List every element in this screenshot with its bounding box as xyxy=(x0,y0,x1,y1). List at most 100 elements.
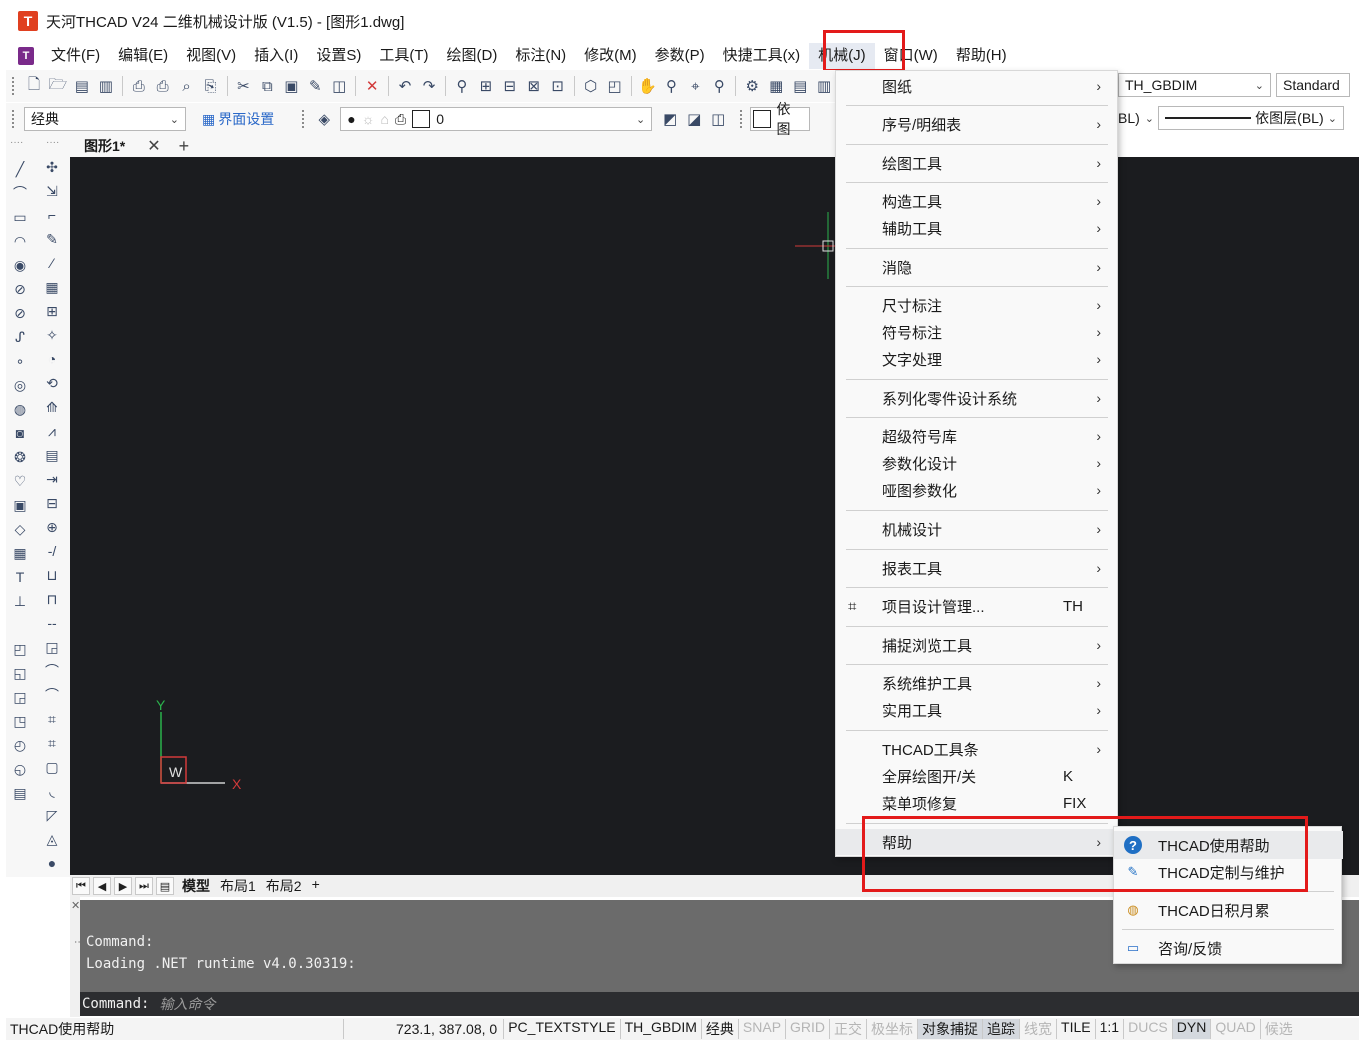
modify-tool-icon[interactable]: ◟ xyxy=(42,781,62,801)
menu-entry[interactable]: 哑图参数化 › xyxy=(836,477,1119,503)
status-toggle[interactable]: TH_GBDIM xyxy=(619,1019,701,1039)
menu-entry[interactable]: 捕捉浏览工具 › xyxy=(836,632,1119,658)
zoom-window-icon[interactable]: ⌖ xyxy=(685,76,705,96)
draw-tool-icon[interactable]: ▣ xyxy=(10,495,30,515)
toolbar-grip[interactable] xyxy=(302,110,306,128)
toolbar-grip[interactable] xyxy=(12,110,16,128)
new-file-icon[interactable]: 🗋 xyxy=(24,76,44,96)
properties-icon[interactable]: ▤ xyxy=(790,76,810,96)
view-icon[interactable]: ◰ xyxy=(605,76,625,96)
draw-tool-icon[interactable]: ◎ xyxy=(10,375,30,395)
draw-tool-icon[interactable]: ╱ xyxy=(10,159,30,179)
modify-tool-icon[interactable]: ⊔ xyxy=(42,565,62,585)
menu-entry[interactable]: 辅助工具 › xyxy=(836,215,1119,241)
draw-tool-icon[interactable]: ◳ xyxy=(10,711,30,731)
modify-tool-icon[interactable]: ⊟ xyxy=(42,493,62,513)
tool-c-icon[interactable]: ⊠ xyxy=(524,76,544,96)
draw-tool-icon[interactable]: ♡ xyxy=(10,471,30,491)
modify-tool-icon[interactable]: -/ xyxy=(42,541,62,561)
modify-tool-icon[interactable]: ✣ xyxy=(42,157,62,177)
modify-tool-icon[interactable]: ✧ xyxy=(42,325,62,345)
3d-icon[interactable]: ⬡ xyxy=(581,76,601,96)
modify-tool-icon[interactable]: ⊕ xyxy=(42,517,62,537)
layout-list-icon[interactable]: ▤ xyxy=(156,877,174,895)
status-toggle[interactable]: TILE xyxy=(1056,1019,1095,1039)
menu-item-8[interactable]: 修改(M) xyxy=(575,43,646,69)
plot-icon[interactable]: ⎙ xyxy=(153,76,173,96)
modify-tool-icon[interactable]: ⇲ xyxy=(42,181,62,201)
first-layout-icon[interactable]: ⏮ xyxy=(72,877,90,895)
submenu-entry[interactable]: ◍ THCAD日积月累 xyxy=(1114,896,1343,924)
layer-make-current-icon[interactable]: ◪ xyxy=(684,109,704,129)
draw-tool-icon[interactable]: ∘ xyxy=(10,351,30,371)
menu-entry[interactable]: THCAD工具条 › xyxy=(836,736,1119,762)
modify-tool-icon[interactable]: ▢ xyxy=(42,757,62,777)
document-tab[interactable]: 图形1* xyxy=(84,136,125,156)
draw-tool-icon[interactable]: ◇ xyxy=(10,519,30,539)
pick-icon[interactable]: ⚲ xyxy=(452,76,472,96)
draw-tool-icon[interactable]: ⊘ xyxy=(10,303,30,323)
color-select[interactable]: 依图 xyxy=(750,101,811,137)
toolbar-grip[interactable] xyxy=(740,110,744,128)
bylayer-select[interactable]: BL) ⌄ xyxy=(1118,106,1154,130)
draw-tool-icon[interactable]: ◴ xyxy=(10,735,30,755)
menu-item-7[interactable]: 标注(N) xyxy=(506,43,575,69)
modify-tool-icon[interactable]: ▦ xyxy=(42,277,62,297)
modify-tool-icon[interactable]: ◬ xyxy=(42,829,62,849)
toolbar-grip[interactable]: ···· xyxy=(46,137,59,148)
add-tab-icon[interactable]: + xyxy=(179,136,190,157)
text-style-select[interactable]: Standard xyxy=(1276,73,1350,97)
status-toggle[interactable]: PC_TEXTSTYLE xyxy=(503,1019,619,1039)
print-icon[interactable]: ⎙ xyxy=(129,76,149,96)
prev-layout-icon[interactable]: ◀ xyxy=(93,877,111,895)
preview-icon[interactable]: ⌕ xyxy=(177,76,197,96)
linetype-select[interactable]: 依图层(BL) ⌄ xyxy=(1158,106,1344,130)
draw-tool-icon[interactable]: ⊘ xyxy=(10,279,30,299)
layout-tab[interactable]: 模型 xyxy=(177,876,215,896)
status-toggle[interactable]: DUCS xyxy=(1123,1019,1172,1039)
modify-tool-icon[interactable]: -- xyxy=(42,613,62,633)
undo-icon[interactable]: ↶ xyxy=(395,76,415,96)
modify-tool-icon[interactable]: ◲ xyxy=(42,637,62,657)
modify-tool-icon[interactable]: ⁄ xyxy=(42,253,62,273)
layer-manager-icon[interactable]: ◈ xyxy=(314,109,334,129)
status-toggle[interactable]: 候选 xyxy=(1259,1019,1297,1039)
menu-item-3[interactable]: 插入(I) xyxy=(245,43,307,69)
menu-entry[interactable]: 系列化零件设计系统 › xyxy=(836,385,1119,411)
drawing-canvas[interactable]: Y X W xyxy=(70,157,1359,875)
draw-tool-icon[interactable]: ◰ xyxy=(10,639,30,659)
tool-d-icon[interactable]: ⊡ xyxy=(548,76,568,96)
draw-tool-icon[interactable]: ▦ xyxy=(10,543,30,563)
menu-entry[interactable]: 项目设计管理... TH ⌗ xyxy=(836,593,1119,619)
menu-entry[interactable]: 实用工具 › xyxy=(836,697,1119,723)
draw-tool-icon[interactable]: ◱ xyxy=(10,663,30,683)
menu-entry[interactable]: 图纸 › xyxy=(836,73,1119,99)
menu-entry[interactable]: 超级符号库 › xyxy=(836,423,1119,449)
menu-entry[interactable]: 全屏绘图开/关 K xyxy=(836,763,1119,789)
menu-item-13[interactable]: 帮助(H) xyxy=(947,43,1016,69)
cut-icon[interactable]: ✂ xyxy=(234,76,254,96)
zoom-realtime-icon[interactable]: ⚲ xyxy=(662,76,682,96)
menu-entry[interactable]: 绘图工具 › xyxy=(836,150,1119,176)
modify-tool-icon[interactable]: ◔ xyxy=(42,349,62,369)
draw-tool-icon[interactable]: ◉ xyxy=(10,255,30,275)
menu-entry[interactable]: 参数化设计 › xyxy=(836,450,1119,476)
menu-entry[interactable]: 文字处理 › xyxy=(836,346,1119,372)
status-toggle[interactable]: QUAD xyxy=(1210,1019,1259,1039)
menu-item-10[interactable]: 快捷工具(x) xyxy=(714,43,810,69)
menu-entry[interactable]: 符号标注 › xyxy=(836,319,1119,345)
menu-entry[interactable]: 尺寸标注 › xyxy=(836,292,1119,318)
command-input[interactable]: 输入命令 xyxy=(159,994,215,1014)
workspace-select[interactable]: 经典 ⌄ xyxy=(24,107,186,131)
draw-tool-icon[interactable]: ⌒ xyxy=(10,183,30,203)
open-file-icon[interactable]: 🗁 xyxy=(48,76,68,96)
status-toggle[interactable]: SNAP xyxy=(737,1019,785,1039)
draw-tool-icon[interactable]: ◵ xyxy=(10,759,30,779)
layer-prev-icon[interactable]: ◩ xyxy=(660,109,680,129)
menu-item-4[interactable]: 设置S) xyxy=(307,43,370,69)
layout-tab[interactable]: 布局2 xyxy=(261,876,307,896)
draw-tool-icon[interactable]: ᔑ xyxy=(10,327,30,347)
draw-tool-icon[interactable]: ▭ xyxy=(10,207,30,227)
menu-entry[interactable]: 构造工具 › xyxy=(836,188,1119,214)
status-toggle[interactable]: 追踪 xyxy=(982,1019,1020,1039)
